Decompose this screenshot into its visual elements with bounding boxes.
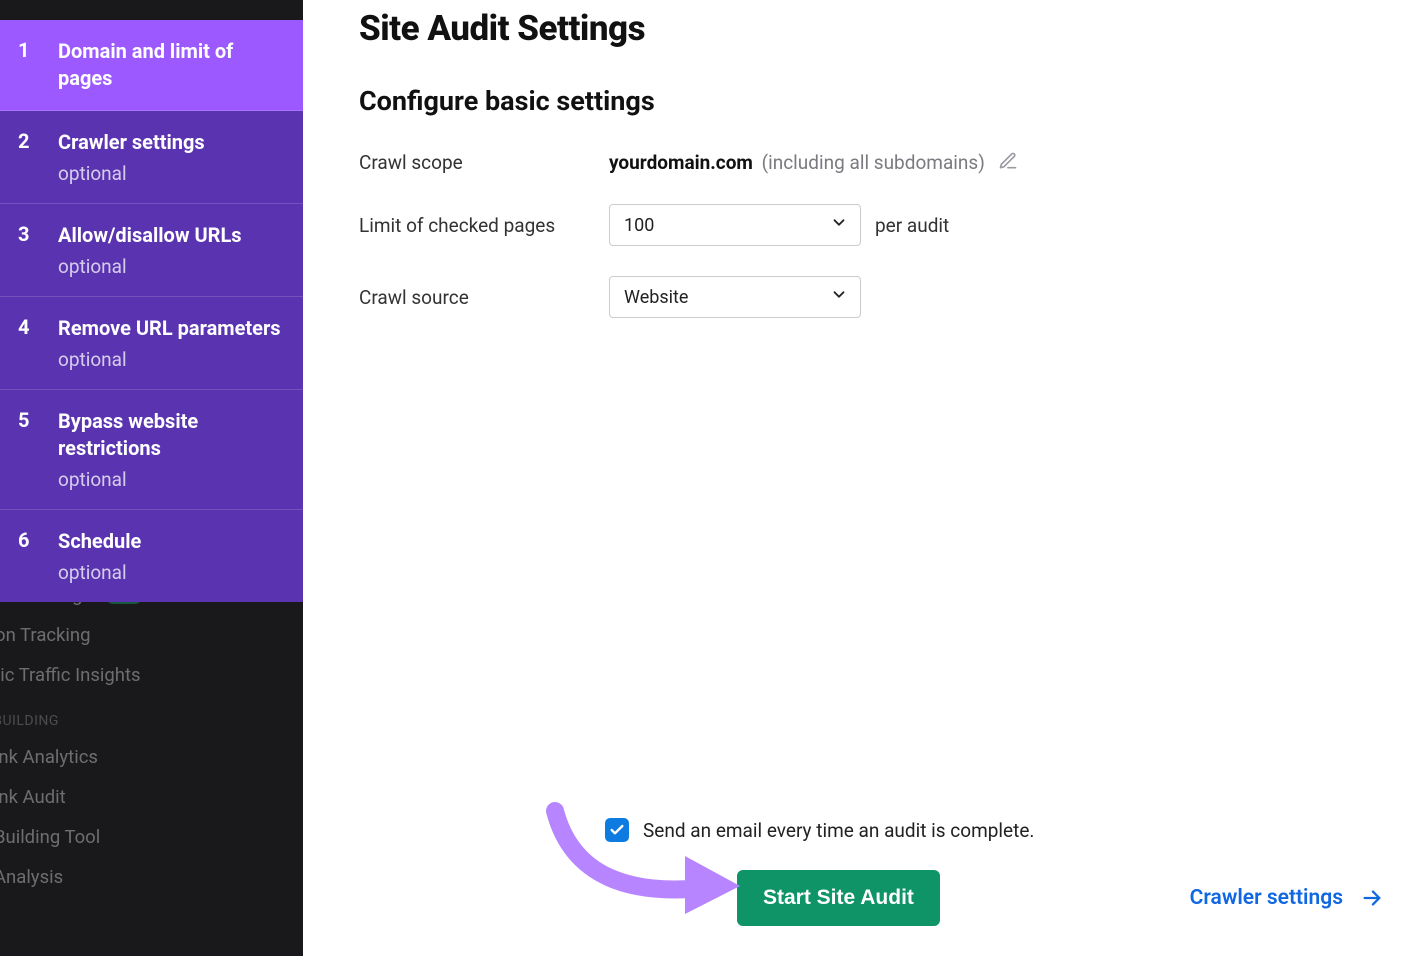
limit-pages-select[interactable]: 100 xyxy=(609,204,861,246)
step-number: 2 xyxy=(18,129,58,185)
step-optional-label: optional xyxy=(58,162,205,185)
next-step-link-label: Crawler settings xyxy=(1190,886,1343,910)
limit-pages-suffix: per audit xyxy=(875,214,949,237)
step-6-schedule[interactable]: 6 Schedule optional xyxy=(0,510,303,602)
step-title: Remove URL parameters xyxy=(58,315,281,342)
crawl-scope-note: (including all subdomains) xyxy=(762,151,985,174)
crawl-source-row: Crawl source Website xyxy=(359,276,1345,318)
section-title: Configure basic settings xyxy=(359,85,1345,117)
step-number: 1 xyxy=(18,38,58,92)
step-title: Allow/disallow URLs xyxy=(58,222,242,249)
step-title: Bypass website restrictions xyxy=(58,408,285,462)
step-4-remove-url-parameters[interactable]: 4 Remove URL parameters optional xyxy=(0,297,303,390)
crawl-scope-domain: yourdomain.com xyxy=(609,151,753,174)
step-optional-label: optional xyxy=(58,255,242,278)
step-optional-label: optional xyxy=(58,561,141,584)
email-opt-in-row: Send an email every time an audit is com… xyxy=(605,818,1383,842)
limit-pages-row: Limit of checked pages 100 per audit xyxy=(359,204,1345,246)
crawl-scope-label: Crawl scope xyxy=(359,151,609,174)
crawl-scope-row: Crawl scope yourdomain.com (including al… xyxy=(359,151,1345,174)
step-optional-label: optional xyxy=(58,348,281,371)
limit-pages-value: 100 xyxy=(624,215,654,236)
crawl-source-label: Crawl source xyxy=(359,286,609,309)
setup-steps-sidebar: 1 Domain and limit of pages 2 Crawler se… xyxy=(0,20,303,602)
step-5-bypass-restrictions[interactable]: 5 Bypass website restrictions optional xyxy=(0,390,303,510)
email-checkbox-label: Send an email every time an audit is com… xyxy=(643,819,1034,842)
edit-icon[interactable] xyxy=(998,151,1018,171)
step-number: 6 xyxy=(18,528,58,584)
email-checkbox[interactable] xyxy=(605,818,629,842)
step-title: Crawler settings xyxy=(58,129,205,156)
chevron-down-icon xyxy=(830,286,848,309)
step-1-domain-and-limit[interactable]: 1 Domain and limit of pages xyxy=(0,20,303,111)
limit-pages-label: Limit of checked pages xyxy=(359,214,609,237)
footer-actions: Send an email every time an audit is com… xyxy=(359,818,1383,926)
crawl-source-value: Website xyxy=(624,287,688,308)
step-title: Domain and limit of pages xyxy=(58,38,285,92)
step-title: Schedule xyxy=(58,528,141,555)
step-number: 5 xyxy=(18,408,58,491)
step-number: 3 xyxy=(18,222,58,278)
arrow-right-icon xyxy=(1361,887,1383,909)
start-site-audit-button[interactable]: Start Site Audit xyxy=(737,870,940,926)
step-3-allow-disallow-urls[interactable]: 3 Allow/disallow URLs optional xyxy=(0,204,303,297)
main-content: Site Audit Settings Configure basic sett… xyxy=(303,0,1401,956)
next-step-link[interactable]: Crawler settings xyxy=(1190,886,1383,910)
step-2-crawler-settings[interactable]: 2 Crawler settings optional xyxy=(0,111,303,204)
step-optional-label: optional xyxy=(58,468,285,491)
step-number: 4 xyxy=(18,315,58,371)
page-title: Site Audit Settings xyxy=(359,8,1345,49)
crawl-source-select[interactable]: Website xyxy=(609,276,861,318)
chevron-down-icon xyxy=(830,214,848,237)
